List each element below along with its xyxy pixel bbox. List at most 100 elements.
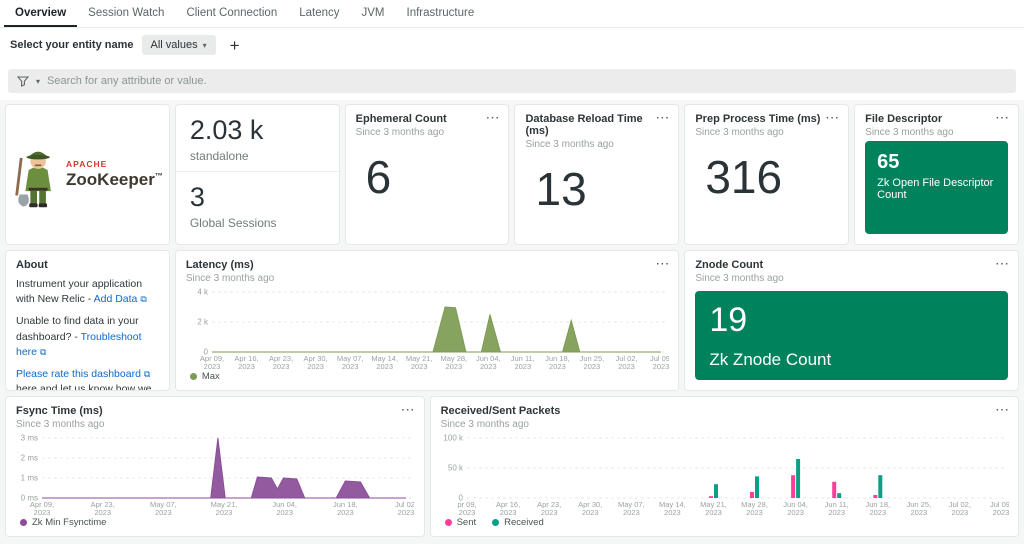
svg-text:Apr 23,2023: Apr 23,2023 [537, 500, 561, 516]
filter-funnel-icon[interactable] [17, 76, 29, 87]
card-since: Since 3 months ago [16, 419, 414, 430]
fsync-area-chart[interactable]: 3 ms2 ms1 ms0 msApr 09,2023Apr 23,2023Ma… [14, 432, 414, 516]
card-since: Since 3 months ago [695, 273, 1008, 284]
card-file-descriptor: File Descriptor Since 3 months ago ⋯ 65 … [854, 104, 1019, 245]
database-reload-time-value: 13 [515, 150, 678, 215]
svg-text:2 ms: 2 ms [21, 454, 38, 463]
tab-overview[interactable]: Overview [4, 0, 77, 27]
legend-item-fsynctime[interactable]: Zk Min Fsynctime [20, 517, 106, 528]
card-fsync-time-chart: Fsync Time (ms) Since 3 months ago ⋯ 3 m… [5, 396, 425, 537]
entity-values-selected: All values [151, 39, 198, 51]
card-title: Received/Sent Packets [441, 405, 1008, 417]
svg-text:May 14,2023: May 14,2023 [371, 354, 398, 370]
dashboard-tabs: Overview Session Watch Client Connection… [0, 0, 1024, 28]
svg-text:May 21,2023: May 21,2023 [406, 354, 433, 370]
svg-text:May 21,2023: May 21,2023 [700, 500, 727, 516]
legend-dot [492, 519, 499, 526]
card-since: Since 3 months ago [441, 419, 1008, 430]
card-zookeeper-logo: APACHE ZooKeeper™ [5, 104, 170, 245]
prep-process-time-value: 316 [685, 138, 848, 203]
svg-text:2 k: 2 k [197, 318, 209, 327]
card-since: Since 3 months ago [695, 127, 838, 138]
chevron-down-icon: ▾ [203, 41, 207, 50]
zookeeper-mascot-image [12, 114, 62, 236]
card-since: Since 3 months ago [186, 273, 669, 284]
latency-area-chart[interactable]: 4 k2 k0Apr 09,2023Apr 16,2023Apr 23,2023… [184, 286, 669, 370]
card-server-summary: 2.03 k standalone 3 Global Sessions [175, 104, 340, 245]
legend-item-received[interactable]: Received [492, 517, 544, 528]
svg-text:Jul 09,2023: Jul 09,2023 [990, 500, 1009, 516]
svg-text:1 ms: 1 ms [21, 474, 38, 483]
svg-text:Jun 18,2023: Jun 18,2023 [333, 500, 358, 516]
file-descriptor-status-panel[interactable]: 65 Zk Open File Descriptor Count [865, 141, 1008, 234]
card-database-reload-time: Database Reload Time (ms) Since 3 months… [514, 104, 679, 245]
svg-text:Jun 11,2023: Jun 11,2023 [511, 354, 535, 370]
card-menu-button[interactable]: ⋯ [401, 401, 416, 418]
svg-text:May 28,2023: May 28,2023 [440, 354, 467, 370]
rate-dashboard-link[interactable]: Please rate this dashboard [16, 368, 141, 380]
svg-text:Jun 18,2023: Jun 18,2023 [865, 500, 890, 516]
svg-text:Jun 04,2023: Jun 04,2023 [783, 500, 808, 516]
packets-legend: Sent Received [431, 516, 1018, 529]
packets-bar-chart[interactable]: 100 k50 k0pr 09,2023Apr 16,2023Apr 23,20… [439, 432, 1009, 516]
global-sessions-label: Global Sessions [190, 216, 325, 230]
znode-status-panel[interactable]: 19 Zk Znode Count [695, 291, 1008, 380]
card-title: Prep Process Time (ms) [695, 113, 838, 125]
attribute-search-bar[interactable]: ▾ [8, 69, 1016, 93]
global-sessions-billboard: 3 Global Sessions [176, 172, 339, 238]
svg-text:3 ms: 3 ms [21, 434, 38, 443]
svg-text:Apr 16,2023: Apr 16,2023 [496, 500, 520, 516]
tab-jvm[interactable]: JVM [351, 0, 396, 27]
legend-label: Sent [457, 517, 477, 528]
tab-latency[interactable]: Latency [288, 0, 350, 27]
latency-legend: Max [176, 370, 679, 383]
add-entity-filter-button[interactable]: + [230, 37, 240, 54]
svg-text:Apr 23,2023: Apr 23,2023 [91, 500, 115, 516]
tab-session-watch[interactable]: Session Watch [77, 0, 175, 27]
tab-infrastructure[interactable]: Infrastructure [396, 0, 486, 27]
card-title: Fsync Time (ms) [16, 405, 414, 417]
legend-dot [190, 373, 197, 380]
fsync-legend: Zk Min Fsynctime [6, 516, 424, 529]
svg-text:Jun 11,2023: Jun 11,2023 [824, 500, 848, 516]
card-menu-button[interactable]: ⋯ [825, 109, 840, 126]
legend-item-max[interactable]: Max [190, 371, 220, 382]
standalone-label: standalone [190, 149, 325, 163]
standalone-billboard: 2.03 k standalone [176, 105, 339, 172]
svg-text:May 07,2023: May 07,2023 [150, 500, 177, 516]
svg-text:Apr 16,2023: Apr 16,2023 [234, 354, 258, 370]
about-body: Instrument your application with New Rel… [6, 271, 169, 391]
card-since: Since 3 months ago [525, 139, 668, 150]
card-title: Database Reload Time (ms) [525, 113, 668, 137]
svg-text:Apr 09,2023: Apr 09,2023 [200, 354, 224, 370]
card-menu-button[interactable]: ⋯ [995, 401, 1010, 418]
svg-text:May 14,2023: May 14,2023 [659, 500, 686, 516]
attribute-search-input[interactable] [47, 75, 1007, 87]
filter-chevron-down-icon[interactable]: ▾ [36, 77, 40, 86]
card-menu-button[interactable]: ⋯ [995, 109, 1010, 126]
svg-text:Jun 25,2023: Jun 25,2023 [906, 500, 931, 516]
entity-values-dropdown[interactable]: All values ▾ [142, 35, 216, 55]
card-since: Since 3 months ago [356, 127, 499, 138]
card-menu-button[interactable]: ⋯ [485, 109, 500, 126]
card-menu-button[interactable]: ⋯ [655, 255, 670, 272]
legend-item-sent[interactable]: Sent [445, 517, 477, 528]
card-menu-button[interactable]: ⋯ [655, 109, 670, 126]
apache-brand-text: APACHE [66, 159, 163, 169]
ephemeral-count-value: 6 [346, 138, 509, 203]
about-line3-text: here and let us know how we can improve … [16, 383, 151, 391]
card-menu-button[interactable]: ⋯ [995, 255, 1010, 272]
card-since: Since 3 months ago [865, 127, 1008, 138]
svg-text:Apr 09,2023: Apr 09,2023 [30, 500, 54, 516]
svg-text:pr 09,2023: pr 09,2023 [457, 500, 476, 516]
svg-text:4 k: 4 k [197, 288, 209, 297]
svg-text:Jul 09,2023: Jul 09,2023 [650, 354, 669, 370]
znode-count-value: 19 [709, 301, 994, 340]
legend-label: Max [202, 371, 220, 382]
add-data-link[interactable]: Add Data [94, 293, 138, 305]
legend-dot [20, 519, 27, 526]
card-about: About Instrument your application with N… [5, 250, 170, 391]
svg-text:Jul 02,2023: Jul 02,2023 [948, 500, 970, 516]
tab-client-connection[interactable]: Client Connection [175, 0, 288, 27]
svg-text:Jul 02,2023: Jul 02,2023 [395, 500, 414, 516]
